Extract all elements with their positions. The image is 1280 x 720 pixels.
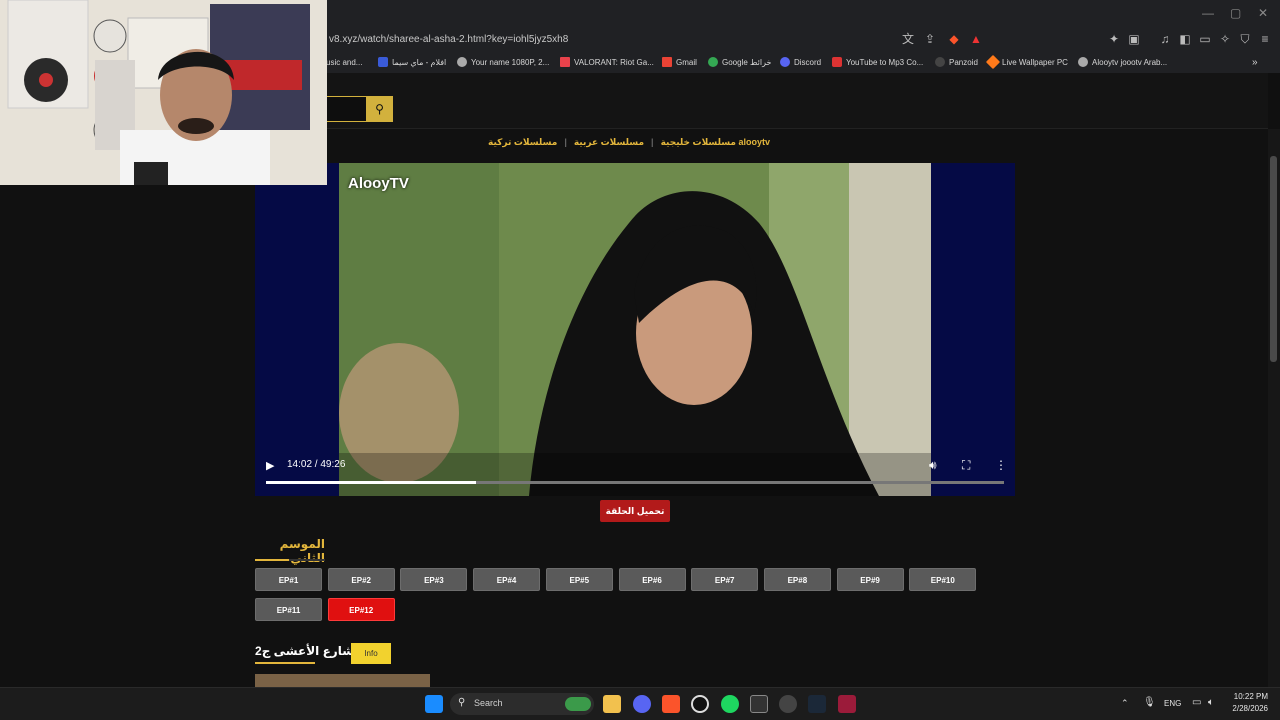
letterbox-left — [255, 163, 339, 496]
show-thumbnail[interactable] — [255, 674, 430, 687]
show-title: شارع الأعشى ج2 — [255, 644, 355, 658]
bookmark-item[interactable]: Live Wallpaper PC — [985, 54, 1068, 70]
share-icon[interactable]: ⇪ — [922, 31, 938, 47]
fullscreen-icon[interactable]: ⛶ — [962, 458, 970, 473]
bookmark-item[interactable]: Your name 1080P, 2... — [457, 57, 549, 69]
valorant-icon — [560, 57, 570, 67]
discord-icon — [780, 57, 790, 67]
episode-button-4[interactable]: EP#4 — [473, 568, 541, 591]
video-progress-fill — [266, 481, 476, 484]
url-text[interactable]: v8.xyz/watch/sharee-al-asha-2.html?key=i… — [329, 34, 568, 45]
keyboard-language[interactable]: ENG — [1164, 699, 1181, 708]
more-options-icon[interactable]: ⋮ — [995, 458, 1007, 472]
episode-button-8[interactable]: EP#8 — [763, 568, 831, 591]
leo-ai-icon[interactable]: ✧ — [1217, 31, 1233, 47]
bookmark-icon — [378, 57, 388, 67]
search-icon: ⚲ — [375, 102, 384, 116]
minimize-icon[interactable]: — — [1202, 6, 1214, 20]
bookmark-item[interactable]: usic and... — [326, 57, 362, 69]
video-frame-image — [339, 163, 931, 496]
menu-icon[interactable]: ≡ — [1257, 31, 1273, 47]
taskbar-search-label: Search — [474, 698, 503, 708]
bookmark-item[interactable]: Discord — [780, 57, 821, 69]
spotify-icon[interactable] — [721, 695, 739, 713]
extensions-icon[interactable]: ✦ — [1106, 31, 1122, 47]
episode-button-12[interactable]: EP#12 — [327, 598, 395, 621]
vpn-icon[interactable]: ⛉ — [1237, 31, 1253, 47]
discord-icon[interactable] — [633, 695, 651, 713]
episode-button-6[interactable]: EP#6 — [618, 568, 686, 591]
gmail-icon — [662, 57, 672, 67]
xbox-icon[interactable] — [750, 695, 768, 713]
episode-button-5[interactable]: EP#5 — [545, 568, 613, 591]
episode-button-2[interactable]: EP#2 — [327, 568, 395, 591]
download-episode-button[interactable]: تحميل الحلقة — [600, 500, 670, 522]
file-explorer-icon[interactable] — [603, 695, 621, 713]
youtube-icon — [832, 57, 842, 67]
clock-date[interactable]: 2/28/2026 — [1222, 704, 1268, 713]
season-divider-accent — [255, 559, 289, 561]
episode-button-1[interactable]: EP#1 — [255, 568, 322, 591]
speaker-icon[interactable]: 🔈︎ — [1208, 697, 1214, 708]
windows-start-icon[interactable] — [425, 695, 443, 713]
settings-icon[interactable] — [779, 695, 797, 713]
wallet-icon[interactable]: ▭ — [1197, 31, 1213, 47]
translate-icon[interactable]: 文 — [900, 31, 916, 47]
volume-icon[interactable]: 🔊︎ — [929, 458, 937, 473]
webcam-image — [0, 0, 327, 185]
bookmark-item[interactable]: Google خرائط — [708, 57, 771, 69]
steam-icon[interactable] — [808, 695, 826, 713]
bookmarks-overflow-icon[interactable]: » — [1252, 57, 1258, 69]
nav-link-turkish-series[interactable]: مسلسلات تركية — [488, 137, 557, 147]
network-icon[interactable]: ▭ — [1192, 697, 1201, 708]
category-nav: alooytv مسلسلات خليجية | مسلسلات عربية | مسل… — [488, 137, 770, 151]
episode-button-10[interactable]: EP#10 — [909, 568, 977, 591]
info-button[interactable]: Info — [351, 643, 391, 664]
bookmark-item[interactable]: YouTube to Mp3 Co... — [832, 57, 923, 69]
close-icon[interactable]: ✕ — [1258, 6, 1268, 20]
microphone-icon[interactable]: 🎙︎ — [1143, 697, 1156, 708]
video-timecode: 14:02 / 49:26 — [287, 459, 346, 470]
bookmark-item[interactable]: Panzoid — [935, 57, 978, 69]
video-frame[interactable] — [339, 163, 931, 496]
bookmark-item[interactable]: افلام - ماي سيما — [378, 57, 446, 69]
brave-icon[interactable] — [662, 695, 680, 713]
music-icon[interactable]: ♫ — [1157, 31, 1173, 47]
bookmark-item[interactable]: Gmail — [662, 57, 697, 69]
tray-chevron-icon[interactable]: ⌃ — [1121, 698, 1129, 709]
video-watermark: AlooyTV — [348, 175, 409, 192]
webcam-overlay — [0, 0, 327, 185]
episode-button-7[interactable]: EP#7 — [691, 568, 759, 591]
play-icon[interactable]: ▶ — [266, 459, 274, 472]
bookmark-item[interactable]: VALORANT: Riot Ga... — [560, 57, 654, 69]
letterbox-right — [931, 163, 1015, 496]
search-icon: ⚲ — [458, 697, 466, 708]
nav-separator: | — [564, 137, 567, 147]
maximize-icon[interactable]: ▢ — [1230, 6, 1241, 20]
nav-link-arabic-series[interactable]: مسلسلات عربية — [574, 137, 644, 147]
show-title-underline — [255, 662, 315, 664]
adobe-icon[interactable] — [838, 695, 856, 713]
maps-icon — [708, 57, 718, 67]
brave-shield-icon[interactable]: ◆ — [946, 31, 962, 47]
brave-rewards-icon[interactable]: ▲ — [968, 31, 984, 47]
tab-icon[interactable]: ▣ — [1126, 31, 1142, 47]
nav-link-gulf-series[interactable]: alooytv مسلسلات خليجية — [661, 137, 770, 147]
episode-button-11[interactable]: EP#11 — [255, 598, 322, 621]
episode-button-3[interactable]: EP#3 — [400, 568, 468, 591]
clock-time[interactable]: 10:22 PM — [1228, 692, 1268, 701]
search-highlight-icon — [565, 697, 591, 711]
globe-icon — [457, 57, 467, 67]
panzoid-icon — [935, 57, 945, 67]
nav-separator: | — [651, 137, 654, 147]
app-icon[interactable] — [691, 695, 709, 713]
bookmark-item[interactable]: Alooytv joootv Arab... — [1078, 57, 1167, 69]
search-button[interactable]: ⚲ — [366, 96, 393, 122]
globe-icon — [1078, 57, 1088, 67]
episode-button-9[interactable]: EP#9 — [836, 568, 904, 591]
sidebar-icon[interactable]: ◧ — [1177, 31, 1193, 47]
scrollbar-thumb[interactable] — [1270, 156, 1277, 362]
wallpaper-icon — [985, 54, 1001, 70]
